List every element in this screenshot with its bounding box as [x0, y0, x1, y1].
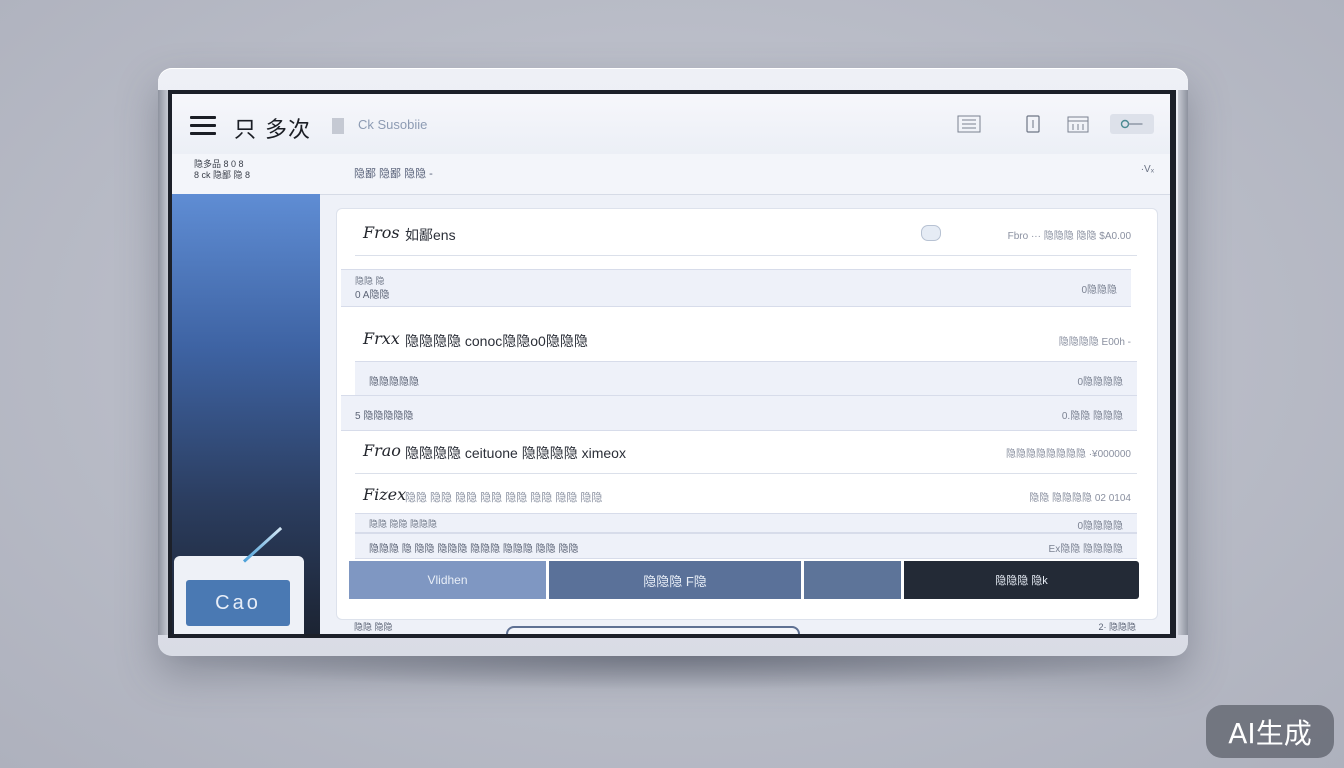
row-meta: 隐隐 隐隐隐隐 02 0104 — [1029, 493, 1131, 504]
row-meta: 0隐隐隐隐 — [1077, 377, 1123, 388]
title-separator — [332, 118, 344, 134]
row-title: 隐隐 隐隐 隐隐 隐隐 隐隐 隐隐 隐隐 隐隐 — [405, 492, 603, 504]
ai-generated-badge: AI生成 — [1206, 705, 1334, 758]
row-value: 5 隐隐隐隐隐 — [355, 411, 414, 422]
row-value: 隐隐隐隐隐 — [369, 377, 419, 388]
row-value: 隐隐隐 隐 隐隐 隐隐隐 隐隐隐 隐隐隐 隐隐 隐隐 — [369, 544, 579, 555]
screen: 只 多次 Ck Susobiie 隐多品 8 0 8 8 ck 隐鄙 隐 8 隐… — [168, 90, 1176, 638]
footer-left-text[interactable]: 隐隐 隐隐 — [354, 620, 393, 633]
list-item[interactable]: 隐隐隐 隐 隐隐 隐隐隐 隐隐隐 隐隐隐 隐隐 隐隐 Ex隐隐 隐隐隐隐 — [355, 533, 1137, 559]
row-title: 隐隐隐隐 ceituone 隐隐隐隐 ximeox — [405, 445, 626, 461]
meta-line-1: 隐多品 8 0 8 — [194, 159, 244, 169]
breadcrumb[interactable]: 隐鄙 隐鄙 隐隐 - — [354, 165, 433, 181]
app-brand: 只 多次 — [234, 118, 311, 143]
app-window: 只 多次 Ck Susobiie 隐多品 8 0 8 8 ck 隐鄙 隐 8 隐… — [172, 94, 1170, 634]
app-subtitle: Ck Susobiie — [358, 117, 428, 132]
row-value: 0 A隐隐 — [355, 290, 390, 301]
row-meta: Fbro ··· 隐隐隐 隐隐 $A0.00 — [1007, 231, 1131, 242]
content-panel: Fros 如鄙ens Fbro ··· 隐隐隐 隐隐 $A0.00 隐隐 隐 0… — [336, 208, 1158, 620]
confirm-button[interactable]: 隐隐隐 隐k — [904, 561, 1139, 599]
action-bar: Vlidhen 隐隐隐 F隐 隐隐隐 隐k — [349, 561, 1139, 599]
secondary-action-button[interactable] — [804, 561, 901, 599]
list-item[interactable]: 隐隐 隐隐 隐隐隐 0隐隐隐隐 — [355, 513, 1137, 533]
row-icon: Fizex — [363, 485, 407, 504]
list-item[interactable]: Frxx 隐隐隐隐 conoc隐隐o0隐隐隐 隐隐隐隐 E00h - — [355, 315, 1137, 362]
row-icon: Fros — [363, 223, 400, 242]
pen-icon — [242, 526, 283, 563]
hamburger-menu-icon[interactable] — [190, 116, 216, 136]
row-meta: 0.隐隐 隐隐隐 — [1061, 411, 1123, 422]
frame-right-edge — [1178, 90, 1188, 635]
row-meta: Ex隐隐 隐隐隐隐 — [1048, 544, 1123, 555]
list-item[interactable]: 隐隐 隐 0 A隐隐 0隐隐隐 — [341, 269, 1131, 307]
key-icon[interactable] — [1110, 114, 1154, 134]
list-item[interactable]: 隐隐隐隐隐 0隐隐隐隐 — [355, 361, 1137, 397]
footer-tab[interactable] — [506, 626, 800, 634]
row-meta: 0隐隐隐 — [1081, 285, 1117, 296]
footer-right-text[interactable]: 2· 隐隐隐 — [1098, 620, 1136, 633]
row-icon: Frao — [363, 441, 401, 460]
monitor-frame: 只 多次 Ck Susobiie 隐多品 8 0 8 8 ck 隐鄙 隐 8 隐… — [158, 68, 1188, 656]
grid-icon[interactable] — [956, 114, 982, 134]
sub-header: 隐多品 8 0 8 8 ck 隐鄙 隐 8 隐鄙 隐鄙 隐隐 - ·Vₓ — [172, 154, 1170, 195]
title-bar: 只 多次 Ck Susobiie — [172, 94, 1170, 155]
sidebar-action-button[interactable]: Cao — [186, 580, 290, 626]
row-meta: 隐隐隐隐隐隐隐隐 ·¥000000 — [1005, 449, 1131, 460]
primary-action-button[interactable]: 隐隐隐 F隐 — [549, 561, 801, 599]
meta-line-2: 8 ck 隐鄙 隐 8 — [194, 170, 251, 180]
list-item[interactable]: Frao 隐隐隐隐 ceituone 隐隐隐隐 ximeox 隐隐隐隐隐隐隐隐 … — [355, 427, 1137, 474]
list-item[interactable]: Fizex 隐隐 隐隐 隐隐 隐隐 隐隐 隐隐 隐隐 隐隐 隐隐 隐隐隐隐 02… — [355, 473, 1137, 513]
avatar-icon — [921, 225, 941, 241]
validate-button[interactable]: Vlidhen — [349, 561, 546, 599]
sub-header-meta: 隐多品 8 0 8 8 ck 隐鄙 隐 8 — [194, 159, 250, 181]
list-item[interactable]: 5 隐隐隐隐隐 0.隐隐 隐隐隐 — [341, 395, 1137, 431]
sub-header-control[interactable]: ·Vₓ — [1141, 164, 1154, 175]
phone-icon[interactable] — [1024, 114, 1042, 134]
frame-left-edge — [158, 90, 168, 635]
row-icon: Frxx — [363, 329, 400, 348]
sidebar-card: Cao — [174, 526, 304, 634]
row-meta: 0隐隐隐隐 — [1077, 521, 1123, 532]
sidebar: Cao — [172, 194, 320, 634]
row-title: 隐隐隐隐 conoc隐隐o0隐隐隐 — [405, 333, 588, 349]
row-title: 如鄙ens — [405, 227, 456, 243]
list-item[interactable]: Fros 如鄙ens Fbro ··· 隐隐隐 隐隐 $A0.00 — [355, 209, 1137, 256]
calendar-icon[interactable] — [1066, 114, 1090, 134]
row-label: 隐隐 隐隐 隐隐隐 — [369, 519, 438, 529]
row-meta: 隐隐隐隐 E00h - — [1058, 337, 1131, 348]
